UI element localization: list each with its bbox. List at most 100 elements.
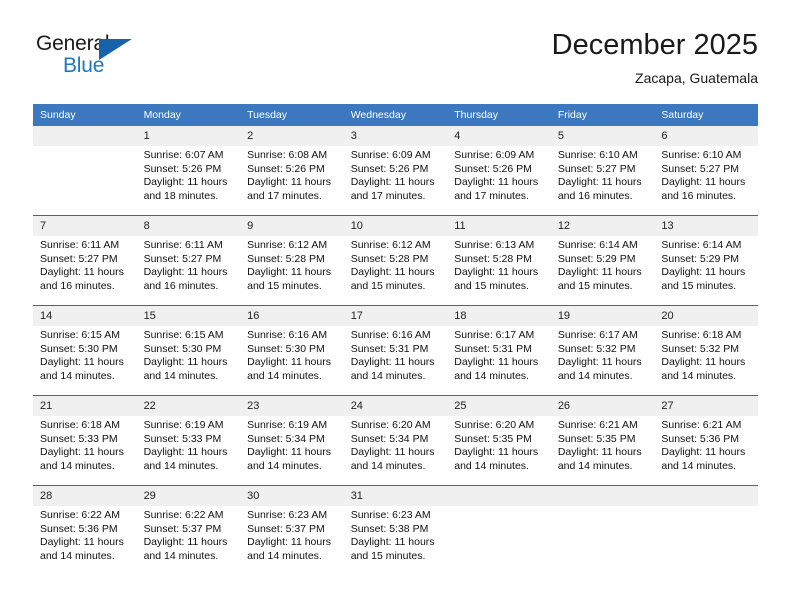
sunrise-text: Sunrise: 6:17 AM	[454, 329, 535, 341]
calendar-day-cell[interactable]: 31 Sunrise: 6:23 AM Sunset: 5:38 PM Dayligh…	[343, 485, 448, 575]
calendar-day-cell[interactable]: 4 Sunrise: 6:09 AM Sunset: 5:26 PM Daylight…	[447, 126, 551, 216]
calendar-day-cell[interactable]: 30 Sunrise: 6:23 AM Sunset: 5:37 PM Dayligh…	[240, 485, 344, 575]
sunrise-text: Sunrise: 6:10 AM	[557, 149, 638, 161]
sunrise-text: Sunrise: 6:23 AM	[350, 509, 431, 521]
day-cell-content: 9 Sunrise: 6:12 AM Sunset: 5:28 PM Daylight…	[240, 216, 344, 305]
calendar-day-cell[interactable]: 28 Sunrise: 6:22 AM Sunset: 5:36 PM Dayligh…	[33, 485, 137, 575]
sunrise-text: Sunrise: 6:11 AM	[143, 239, 223, 251]
sunrise-text: Sunrise: 6:09 AM	[350, 149, 431, 161]
day-cell-content: 21 Sunrise: 6:18 AM Sunset: 5:33 PM Dayligh…	[33, 396, 137, 485]
day-sun-details: Sunrise: 6:08 AM Sunset: 5:26 PM Daylight:…	[240, 146, 344, 203]
daylight-text: Daylight: 11 hours and 14 minutes.	[557, 446, 642, 472]
day-number: 17	[343, 306, 448, 326]
sunrise-text: Sunrise: 6:14 AM	[661, 239, 742, 251]
calendar-day-cell[interactable]: 3 Sunrise: 6:09 AM Sunset: 5:26 PM Daylight…	[343, 126, 448, 216]
calendar-day-cell[interactable]: 21 Sunrise: 6:18 AM Sunset: 5:33 PM Dayligh…	[33, 395, 137, 486]
day-number: 16	[240, 306, 344, 326]
daylight-text: Daylight: 11 hours and 17 minutes.	[454, 176, 539, 202]
day-number: 2	[240, 126, 344, 146]
day-sun-details: Sunrise: 6:09 AM Sunset: 5:26 PM Daylight:…	[447, 146, 551, 203]
calendar-header-row: Sunday Monday Tuesday Wednesday Thursday Frid…	[33, 104, 758, 126]
day-cell-content: 25 Sunrise: 6:20 AM Sunset: 5:35 PM Dayligh…	[447, 396, 551, 485]
daylight-text: Daylight: 11 hours and 14 minutes.	[454, 446, 539, 472]
page-title: December 2025	[551, 29, 758, 61]
day-number: 12	[550, 216, 655, 236]
calendar-day-cell[interactable]: 18 Sunrise: 6:17 AM Sunset: 5:31 PM Dayligh…	[447, 305, 551, 396]
calendar-day-cell[interactable]: 29 Sunrise: 6:22 AM Sunset: 5:37 PM Dayligh…	[136, 485, 241, 575]
sunset-text: Sunset: 5:28 PM	[350, 252, 429, 265]
calendar-day-cell[interactable]: 19 Sunrise: 6:17 AM Sunset: 5:32 PM Dayligh…	[550, 305, 655, 396]
calendar-day-cell[interactable]: 25 Sunrise: 6:20 AM Sunset: 5:35 PM Dayligh…	[447, 395, 551, 486]
title-block: December 2025 Zacapa, Guatemala	[552, 28, 758, 88]
calendar-day-cell[interactable]: 23 Sunrise: 6:19 AM Sunset: 5:34 PM Dayligh…	[240, 395, 344, 486]
sunset-text: Sunset: 5:35 PM	[557, 432, 636, 445]
weekday-header-wednesday: Wednesday	[343, 104, 448, 126]
sunset-text: Sunset: 5:26 PM	[143, 162, 222, 175]
daylight-text: Daylight: 11 hours and 16 minutes.	[557, 176, 642, 202]
weekday-header-sunday: Sunday	[33, 104, 137, 126]
sunrise-text: Sunrise: 6:11 AM	[40, 239, 120, 251]
calendar-day-cell[interactable]: 11 Sunrise: 6:13 AM Sunset: 5:28 PM Dayligh…	[447, 215, 551, 306]
calendar-day-cell[interactable]: 1 Sunrise: 6:07 AM Sunset: 5:26 PM Daylight…	[136, 126, 241, 216]
day-number	[447, 486, 551, 506]
day-number: 10	[343, 216, 448, 236]
calendar-day-cell[interactable]: 10 Sunrise: 6:12 AM Sunset: 5:28 PM Dayligh…	[343, 215, 448, 306]
day-cell-content: 4 Sunrise: 6:09 AM Sunset: 5:26 PM Daylight…	[447, 126, 551, 215]
calendar-day-cell[interactable]: 24 Sunrise: 6:20 AM Sunset: 5:34 PM Dayligh…	[343, 395, 448, 486]
day-sun-details: Sunrise: 6:11 AM Sunset: 5:27 PM Daylight:…	[33, 236, 137, 293]
day-number: 25	[447, 396, 551, 416]
calendar-day-cell[interactable]: 20 Sunrise: 6:18 AM Sunset: 5:32 PM Dayligh…	[654, 305, 758, 396]
day-number: 4	[447, 126, 551, 146]
sunrise-text: Sunrise: 6:12 AM	[247, 239, 328, 251]
calendar-day-cell[interactable]: 8 Sunrise: 6:11 AM Sunset: 5:27 PM Daylight…	[136, 215, 241, 306]
daylight-text: Daylight: 11 hours and 14 minutes.	[454, 356, 539, 382]
weekday-header-tuesday: Tuesday	[240, 104, 344, 126]
day-sun-details: Sunrise: 6:16 AM Sunset: 5:30 PM Daylight:…	[240, 326, 344, 383]
day-number: 19	[550, 306, 655, 326]
calendar-day-cell[interactable]: 9 Sunrise: 6:12 AM Sunset: 5:28 PM Daylight…	[240, 215, 344, 306]
day-sun-details: Sunrise: 6:21 AM Sunset: 5:35 PM Daylight:…	[551, 416, 655, 473]
calendar-day-cell[interactable]: 26 Sunrise: 6:21 AM Sunset: 5:35 PM Dayligh…	[550, 395, 655, 486]
calendar-day-cell[interactable]: 17 Sunrise: 6:16 AM Sunset: 5:31 PM Dayligh…	[343, 305, 448, 396]
day-number: 1	[136, 126, 241, 146]
sunset-text: Sunset: 5:37 PM	[143, 522, 222, 535]
day-cell-content: 7 Sunrise: 6:11 AM Sunset: 5:27 PM Daylight…	[33, 216, 137, 305]
calendar-day-cell[interactable]: 22 Sunrise: 6:19 AM Sunset: 5:33 PM Dayligh…	[136, 395, 241, 486]
calendar-day-cell[interactable]: 27 Sunrise: 6:21 AM Sunset: 5:36 PM Dayligh…	[654, 395, 758, 486]
calendar-day-cell[interactable]: 14 Sunrise: 6:15 AM Sunset: 5:30 PM Dayligh…	[33, 305, 137, 396]
sunset-text: Sunset: 5:34 PM	[247, 432, 325, 445]
day-number: 22	[136, 396, 241, 416]
day-number: 26	[550, 396, 655, 416]
day-sun-details: Sunrise: 6:10 AM Sunset: 5:27 PM Daylight:…	[551, 146, 655, 203]
calendar-day-cell[interactable]: 15 Sunrise: 6:15 AM Sunset: 5:30 PM Dayligh…	[136, 305, 241, 396]
sunset-text: Sunset: 5:27 PM	[40, 252, 118, 265]
calendar-week-row: 7 Sunrise: 6:11 AM Sunset: 5:27 PM Daylight…	[33, 215, 758, 306]
sunrise-text: Sunrise: 6:20 AM	[350, 419, 431, 431]
calendar-day-cell[interactable]: 7 Sunrise: 6:11 AM Sunset: 5:27 PM Daylight…	[33, 215, 137, 306]
calendar-day-cell[interactable]: 13 Sunrise: 6:14 AM Sunset: 5:29 PM Dayligh…	[654, 215, 758, 306]
calendar-day-cell[interactable]: 12 Sunrise: 6:14 AM Sunset: 5:29 PM Dayligh…	[550, 215, 655, 306]
daylight-text: Daylight: 11 hours and 16 minutes.	[143, 266, 228, 292]
day-number: 13	[654, 216, 758, 236]
calendar-day-cell[interactable]: 2 Sunrise: 6:08 AM Sunset: 5:26 PM Daylight…	[240, 126, 344, 216]
day-sun-details: Sunrise: 6:22 AM Sunset: 5:37 PM Daylight:…	[137, 506, 241, 563]
calendar-day-cell[interactable]: 16 Sunrise: 6:16 AM Sunset: 5:30 PM Dayligh…	[240, 305, 344, 396]
sunrise-text: Sunrise: 6:18 AM	[661, 329, 742, 341]
daylight-text: Daylight: 11 hours and 14 minutes.	[40, 356, 124, 382]
calendar-day-cell[interactable]: 6 Sunrise: 6:10 AM Sunset: 5:27 PM Daylight…	[654, 126, 758, 216]
sunrise-text: Sunrise: 6:17 AM	[557, 329, 638, 341]
calendar-empty-cell	[447, 485, 551, 575]
sunrise-text: Sunrise: 6:19 AM	[247, 419, 328, 431]
day-cell-content: 14 Sunrise: 6:15 AM Sunset: 5:30 PM Dayligh…	[33, 306, 137, 395]
calendar-day-cell[interactable]: 5 Sunrise: 6:10 AM Sunset: 5:27 PM Daylight…	[550, 126, 655, 216]
day-number: 23	[240, 396, 344, 416]
daylight-text: Daylight: 11 hours and 14 minutes.	[143, 536, 228, 562]
day-cell-content: 23 Sunrise: 6:19 AM Sunset: 5:34 PM Dayligh…	[240, 396, 344, 485]
day-sun-details: Sunrise: 6:21 AM Sunset: 5:36 PM Daylight:…	[654, 416, 758, 473]
day-number: 27	[654, 396, 758, 416]
logo-text-blue: Blue	[63, 54, 105, 77]
sunrise-text: Sunrise: 6:08 AM	[247, 149, 328, 161]
sunset-text: Sunset: 5:27 PM	[557, 162, 636, 175]
sunrise-text: Sunrise: 6:23 AM	[247, 509, 328, 521]
day-sun-details: Sunrise: 6:15 AM Sunset: 5:30 PM Daylight:…	[137, 326, 241, 383]
